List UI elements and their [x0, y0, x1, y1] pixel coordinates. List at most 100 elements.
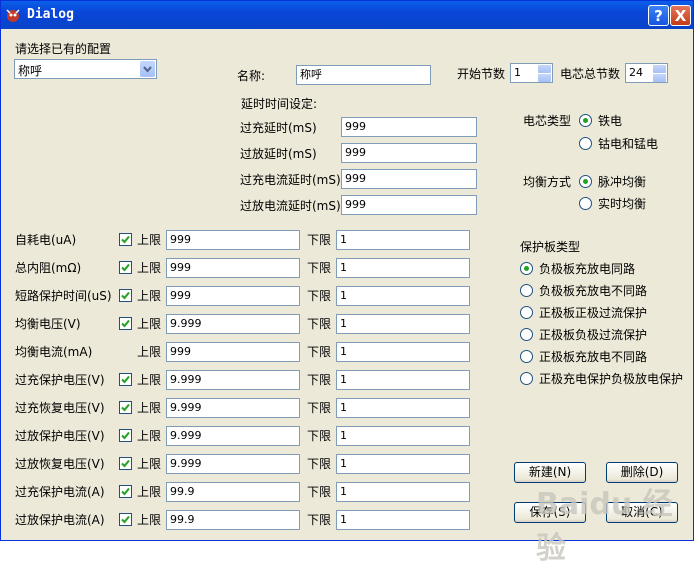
config-select-value: 称呼: [18, 64, 43, 78]
upper-limit-input[interactable]: 999: [166, 258, 300, 278]
limit-row-checkbox[interactable]: [119, 261, 132, 274]
upper-limit-input[interactable]: 9.999: [166, 398, 300, 418]
lower-limit-input[interactable]: 1: [336, 482, 470, 502]
spin-down-icon[interactable]: [653, 74, 666, 82]
limit-row-label: 过充恢复电压(V): [15, 401, 105, 415]
upper-limit-label: 上限: [137, 457, 162, 471]
board-type-option[interactable]: 正极板正极过流保护: [539, 305, 647, 321]
lower-limit-label: 下限: [307, 513, 332, 527]
checkmark-icon: [121, 235, 130, 244]
board-type-option[interactable]: 负极板充放电同路: [539, 261, 635, 277]
upper-limit-input[interactable]: 9.999: [166, 454, 300, 474]
balance-mode-option[interactable]: 实时均衡: [598, 196, 646, 212]
name-label: 名称:: [237, 69, 266, 83]
limit-row-checkbox[interactable]: [119, 429, 132, 442]
board-type-radio[interactable]: [520, 350, 533, 363]
upper-limit-label: 上限: [137, 289, 162, 303]
lower-limit-input[interactable]: 1: [336, 398, 470, 418]
limit-row-checkbox[interactable]: [119, 317, 132, 330]
cell-type-radio[interactable]: [579, 114, 592, 127]
chevron-down-icon[interactable]: [140, 61, 155, 77]
board-type-option[interactable]: 正极板充放电不同路: [539, 349, 647, 365]
limit-row-label: 过放保护电压(V): [15, 429, 105, 443]
lower-limit-label: 下限: [307, 401, 332, 415]
delay-heading: 延时时间设定:: [241, 97, 318, 111]
delay-input[interactable]: 999: [341, 117, 477, 137]
total-cells-value: 24: [629, 66, 643, 79]
limit-row-label: 均衡电压(V): [15, 317, 81, 331]
upper-limit-input[interactable]: 9.999: [166, 370, 300, 390]
delay-input[interactable]: 999: [341, 195, 477, 215]
limit-row-checkbox[interactable]: [119, 289, 132, 302]
lower-limit-label: 下限: [307, 345, 332, 359]
board-type-radio[interactable]: [520, 284, 533, 297]
total-cells-spinner[interactable]: 24: [625, 63, 668, 83]
lower-limit-input[interactable]: 1: [336, 370, 470, 390]
name-input[interactable]: 称呼: [296, 65, 431, 85]
upper-limit-input[interactable]: 9.999: [166, 314, 300, 334]
upper-limit-input[interactable]: 999: [166, 286, 300, 306]
start-section-spinner[interactable]: 1: [510, 63, 553, 83]
lower-limit-input[interactable]: 1: [336, 510, 470, 530]
lower-limit-label: 下限: [307, 261, 332, 275]
lower-limit-input[interactable]: 1: [336, 342, 470, 362]
limit-row-checkbox[interactable]: [119, 513, 132, 526]
lower-limit-label: 下限: [307, 373, 332, 387]
upper-limit-input[interactable]: 999: [166, 230, 300, 250]
limit-row-checkbox[interactable]: [119, 233, 132, 246]
upper-limit-input[interactable]: 99.9: [166, 482, 300, 502]
board-type-option[interactable]: 正极充电保护负极放电保护: [539, 371, 683, 387]
lower-limit-input[interactable]: 1: [336, 258, 470, 278]
board-type-radio[interactable]: [520, 262, 533, 275]
delay-label: 过放延时(mS): [240, 147, 317, 161]
lower-limit-input[interactable]: 1: [336, 426, 470, 446]
upper-limit-label: 上限: [137, 261, 162, 275]
close-button[interactable]: X: [670, 5, 691, 26]
board-type-option[interactable]: 负极板充放电不同路: [539, 283, 647, 299]
delay-input[interactable]: 999: [341, 169, 477, 189]
limit-row-checkbox[interactable]: [119, 485, 132, 498]
limit-row-checkbox[interactable]: [119, 373, 132, 386]
upper-limit-label: 上限: [137, 429, 162, 443]
limit-row-label: 过充保护电压(V): [15, 373, 105, 387]
delay-label: 过放电流延时(mS): [240, 199, 341, 213]
help-button[interactable]: ?: [648, 5, 669, 26]
cell-type-radio[interactable]: [579, 137, 592, 150]
baidu-watermark: Baidu 经验: [536, 487, 673, 566]
upper-limit-input[interactable]: 9.999: [166, 426, 300, 446]
limit-row-label: 总内阻(mΩ): [15, 261, 82, 275]
board-type-option[interactable]: 正极板负极过流保护: [539, 327, 647, 343]
limit-row-label: 自耗电(uA): [15, 233, 77, 247]
board-type-radio[interactable]: [520, 372, 533, 385]
total-cells-label: 电芯总节数: [560, 67, 621, 81]
config-select[interactable]: 称呼: [14, 59, 157, 79]
limit-row-label: 均衡电流(mA): [15, 345, 93, 359]
balance-mode-option[interactable]: 脉冲均衡: [598, 174, 646, 190]
board-type-radio[interactable]: [520, 328, 533, 341]
spin-up-icon[interactable]: [538, 65, 551, 73]
window-title: Dialog: [27, 7, 74, 22]
checkmark-icon: [121, 515, 130, 524]
cell-type-option[interactable]: 铁电: [598, 113, 622, 129]
balance-mode-radio[interactable]: [579, 197, 592, 210]
lower-limit-input[interactable]: 1: [336, 230, 470, 250]
spin-down-icon[interactable]: [538, 74, 551, 82]
delay-label: 过充电流延时(mS): [240, 173, 341, 187]
upper-limit-label: 上限: [137, 485, 162, 499]
lower-limit-input[interactable]: 1: [336, 454, 470, 474]
lower-limit-input[interactable]: 1: [336, 286, 470, 306]
limit-row-checkbox[interactable]: [119, 457, 132, 470]
upper-limit-input[interactable]: 99.9: [166, 510, 300, 530]
lower-limit-input[interactable]: 1: [336, 314, 470, 334]
board-type-radio[interactable]: [520, 306, 533, 319]
upper-limit-input[interactable]: 999: [166, 342, 300, 362]
start-section-value: 1: [514, 66, 521, 79]
cell-type-option[interactable]: 钴电和锰电: [598, 136, 658, 152]
limit-row-checkbox[interactable]: [119, 401, 132, 414]
title-bar[interactable]: Dialog ? X: [1, 1, 693, 29]
delay-input[interactable]: 999: [341, 143, 477, 163]
spin-up-icon[interactable]: [653, 65, 666, 73]
checkmark-icon: [121, 319, 130, 328]
balance-mode-radio[interactable]: [579, 175, 592, 188]
cell-type-label: 电芯类型: [523, 114, 572, 128]
